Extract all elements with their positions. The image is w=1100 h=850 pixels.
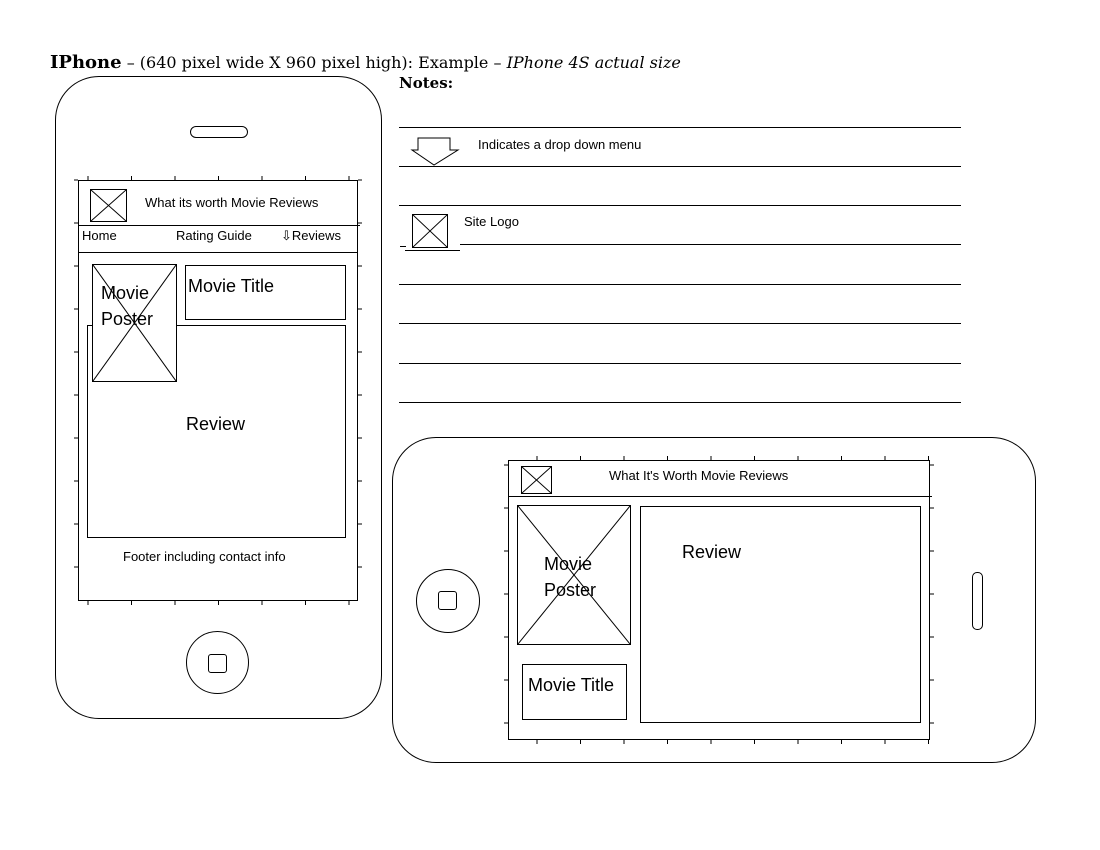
ruler-ticks	[74, 176, 934, 744]
